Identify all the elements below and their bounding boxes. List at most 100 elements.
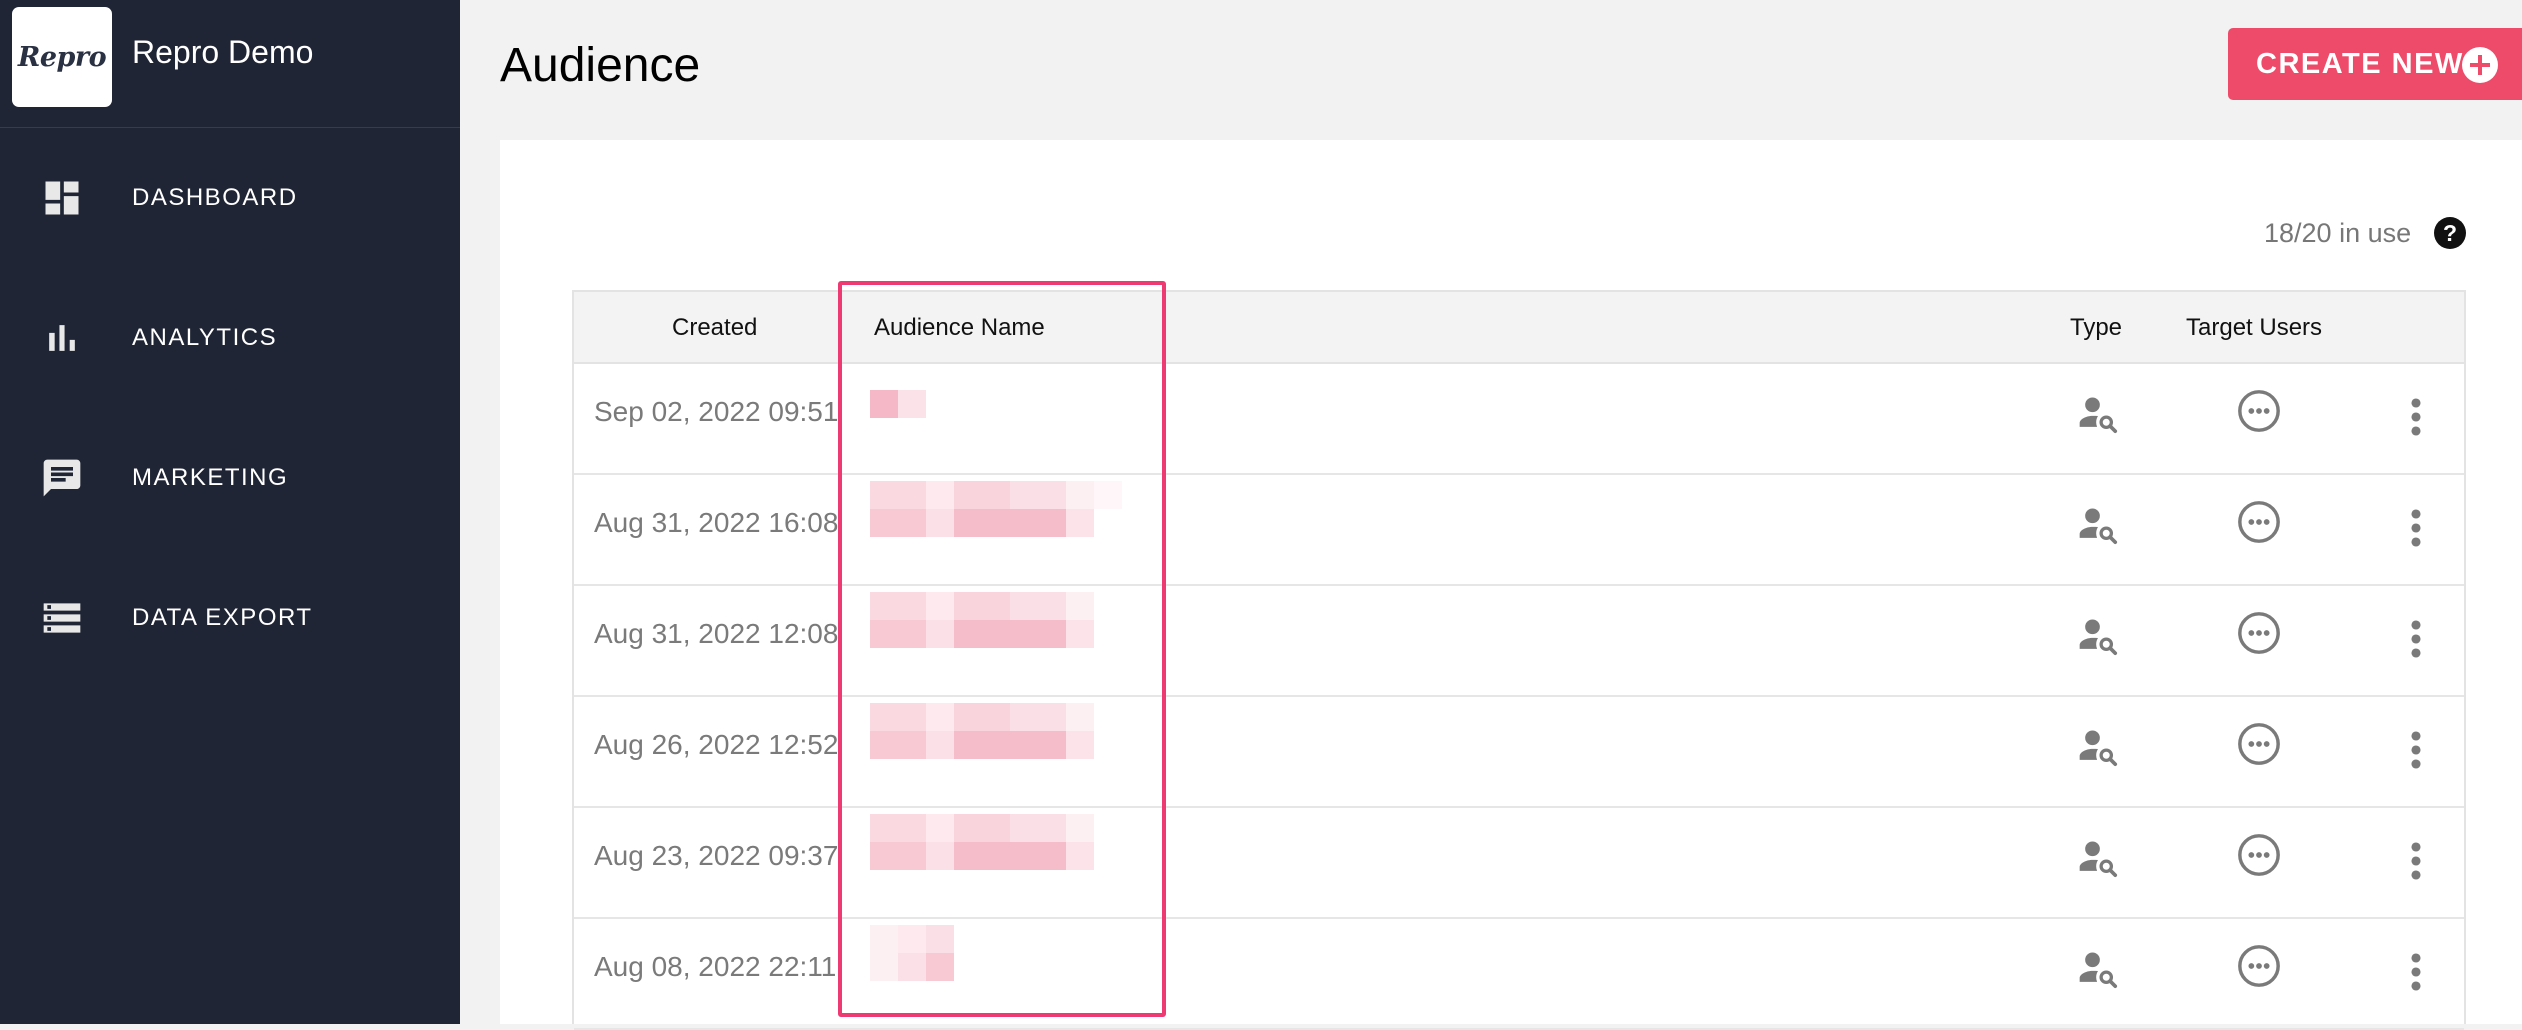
more-vertical-icon[interactable]: [2406, 618, 2426, 660]
table-row[interactable]: Aug 08, 2022 22:11: [574, 917, 2464, 1030]
redaction-pixel: [954, 703, 1010, 731]
redaction-pixel: [926, 592, 954, 620]
redaction-pixel: [1066, 481, 1094, 509]
redaction-pixel: [870, 731, 926, 759]
redaction-pixel: [1010, 703, 1066, 731]
redaction-pixel: [954, 592, 1010, 620]
redaction-pixel: [1066, 731, 1094, 759]
redaction-pixel: [870, 390, 898, 418]
redaction-pixel: [926, 703, 954, 731]
redaction-pixel: [870, 592, 926, 620]
redaction-pixel: [870, 842, 926, 870]
column-audience-name[interactable]: Audience Name: [874, 314, 1045, 342]
brand-header: Repro Repro Demo: [0, 0, 460, 128]
sidebar-item-analytics[interactable]: ANALYTICS: [0, 288, 460, 388]
created-date: Aug 31, 2022 16:08: [594, 507, 839, 538]
column-target-users[interactable]: Target Users: [2186, 314, 2322, 342]
more-circle-icon[interactable]: [2236, 610, 2282, 656]
redaction-pixel: [1066, 814, 1094, 842]
more-circle-icon[interactable]: [2236, 721, 2282, 767]
sidebar-item-marketing[interactable]: MARKETING: [0, 428, 460, 528]
redaction-pixel: [954, 509, 1066, 537]
redaction-pixel: [870, 509, 926, 537]
sidebar: Repro Repro Demo DASHBOARD ANALYTICS MAR…: [0, 0, 460, 1024]
created-date: Aug 31, 2022 12:08: [594, 618, 839, 649]
table-row[interactable]: Aug 31, 2022 12:08: [574, 584, 2464, 697]
redaction-pixel: [1066, 592, 1094, 620]
more-vertical-icon[interactable]: [2406, 396, 2426, 438]
created-date: Sep 02, 2022 09:51: [594, 396, 839, 427]
redaction-pixel: [1094, 481, 1122, 509]
user-search-icon[interactable]: [2076, 947, 2120, 991]
page-title: Audience: [500, 39, 701, 92]
redaction-pixel: [1010, 481, 1066, 509]
sidebar-item-dashboard[interactable]: DASHBOARD: [0, 148, 460, 248]
plus-circle-icon: [2462, 47, 2498, 83]
redaction-pixel: [898, 925, 926, 953]
table-row[interactable]: Sep 02, 2022 09:51: [574, 362, 2464, 475]
redaction-pixel: [898, 953, 926, 981]
sidebar-item-label: ANALYTICS: [132, 324, 278, 351]
create-new-button[interactable]: CREATE NEW: [2228, 28, 2522, 100]
sidebar-item-label: MARKETING: [132, 464, 289, 491]
redaction-pixel: [926, 620, 954, 648]
more-circle-icon[interactable]: [2236, 832, 2282, 878]
more-circle-icon[interactable]: [2236, 943, 2282, 989]
more-vertical-icon[interactable]: [2406, 951, 2426, 993]
redaction-pixel: [898, 390, 926, 418]
help-icon[interactable]: ?: [2434, 217, 2466, 249]
redaction-pixel: [870, 925, 898, 953]
redaction-pixel: [926, 731, 954, 759]
user-search-icon[interactable]: [2076, 725, 2120, 769]
redaction-pixel: [954, 481, 1010, 509]
redaction-pixel: [1066, 509, 1094, 537]
column-type[interactable]: Type: [2070, 314, 2122, 342]
redaction-pixel: [1010, 814, 1066, 842]
redaction-pixel: [954, 814, 1010, 842]
table-header: Created Audience Name Type Target Users: [574, 292, 2464, 364]
table-row[interactable]: Aug 31, 2022 16:08: [574, 473, 2464, 586]
app-logo[interactable]: Repro: [12, 7, 112, 107]
redaction-pixel: [1066, 842, 1094, 870]
column-created[interactable]: Created: [672, 314, 757, 342]
more-circle-icon[interactable]: [2236, 388, 2282, 434]
created-date: Aug 26, 2022 12:52: [594, 729, 839, 760]
redaction-pixel: [870, 481, 926, 509]
redaction-pixel: [870, 953, 898, 981]
user-search-icon[interactable]: [2076, 836, 2120, 880]
table-row[interactable]: Aug 23, 2022 09:37: [574, 806, 2464, 919]
redaction-pixel: [926, 953, 954, 981]
list-icon: [43, 603, 81, 633]
redaction-pixel: [870, 814, 926, 842]
redaction-pixel: [926, 814, 954, 842]
bar-chart-icon: [49, 325, 75, 351]
usage-count: 18/20 in use: [2264, 218, 2412, 248]
sidebar-item-data-export[interactable]: DATA EXPORT: [0, 568, 460, 668]
redaction-pixel: [1010, 592, 1066, 620]
redaction-pixel: [926, 842, 954, 870]
sidebar-item-label: DASHBOARD: [132, 184, 298, 211]
redaction-pixel: [870, 703, 926, 731]
dashboard-icon: [45, 181, 79, 215]
more-vertical-icon[interactable]: [2406, 840, 2426, 882]
project-name[interactable]: Repro Demo: [132, 34, 313, 71]
more-vertical-icon[interactable]: [2406, 729, 2426, 771]
redaction-pixel: [926, 509, 954, 537]
more-circle-icon[interactable]: [2236, 499, 2282, 545]
redaction-pixel: [954, 731, 1066, 759]
table-row[interactable]: Aug 26, 2022 12:52: [574, 695, 2464, 808]
chat-icon: [43, 459, 81, 497]
redaction-pixel: [870, 620, 926, 648]
redaction-pixel: [954, 620, 1066, 648]
user-search-icon[interactable]: [2076, 614, 2120, 658]
redaction-pixel: [1066, 703, 1094, 731]
more-vertical-icon[interactable]: [2406, 507, 2426, 549]
created-date: Aug 23, 2022 09:37: [594, 840, 839, 871]
redaction-pixel: [954, 842, 1066, 870]
created-date: Aug 08, 2022 22:11: [594, 951, 837, 982]
redaction-pixel: [926, 481, 954, 509]
redaction-pixel: [1066, 620, 1094, 648]
redaction-pixel: [926, 925, 954, 953]
user-search-icon[interactable]: [2076, 503, 2120, 547]
user-search-icon[interactable]: [2076, 392, 2120, 436]
